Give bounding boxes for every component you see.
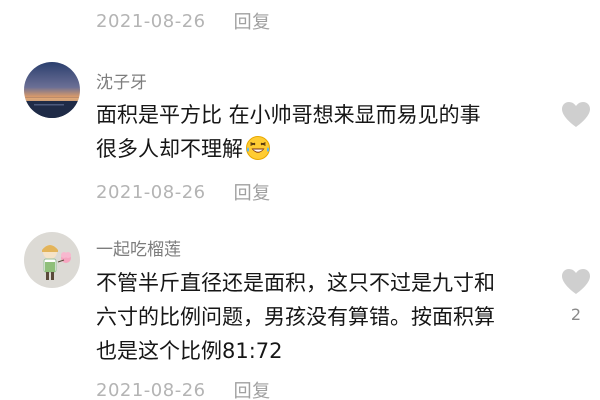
heart-icon <box>562 269 590 294</box>
comment-text-line: 面积是平方比 在小帅哥想来显而易见的事 <box>96 103 481 127</box>
comment-date: 2021-08-26 <box>96 10 206 32</box>
reply-button[interactable]: 回复 <box>234 179 271 205</box>
comment-text-line: 也是这个比例81:72 <box>96 339 283 363</box>
avatar[interactable] <box>24 232 80 288</box>
comment-meta: 2021-08-26 回复 <box>96 377 271 400</box>
like-button[interactable] <box>561 268 591 296</box>
reply-button[interactable]: 回复 <box>234 377 271 400</box>
heart-icon <box>562 102 590 127</box>
comment-text-line-with-emoji: 很多人却不理解 <box>96 132 536 171</box>
comment-text-line: 不管半斤直径还是面积，这只不过是九寸和 <box>96 271 495 295</box>
comment-meta: 2021-08-26 回复 <box>96 8 271 34</box>
comment-text-line: 很多人却不理解 <box>96 137 243 161</box>
cartoon-girl-avatar-image <box>24 232 80 288</box>
comment-date: 2021-08-26 <box>96 379 206 400</box>
comment-date: 2021-08-26 <box>96 181 206 203</box>
comment-text: 面积是平方比 在小帅哥想来显而易见的事 很多人却不理解 <box>96 98 536 171</box>
avatar[interactable] <box>24 62 80 118</box>
laughing-crying-emoji-icon <box>245 135 271 171</box>
reply-button[interactable]: 回复 <box>234 8 271 34</box>
like-button[interactable] <box>561 101 591 129</box>
comment-username[interactable]: 沈子牙 <box>96 68 147 93</box>
comment-meta: 2021-08-26 回复 <box>96 179 271 205</box>
comment-text: 不管半斤直径还是面积，这只不过是九寸和 六寸的比例问题，男孩没有算错。按面积算 … <box>96 266 536 368</box>
sunset-avatar-image <box>24 62 80 118</box>
comment-username[interactable]: 一起吃榴莲 <box>96 235 181 260</box>
comment-list: 2021-08-26 回复 沈子牙 面积是平方比 在小帅哥想来显而易见的事 很多… <box>0 0 600 400</box>
like-count: 2 <box>570 305 582 324</box>
comment-text-line: 六寸的比例问题，男孩没有算错。按面积算 <box>96 305 495 329</box>
